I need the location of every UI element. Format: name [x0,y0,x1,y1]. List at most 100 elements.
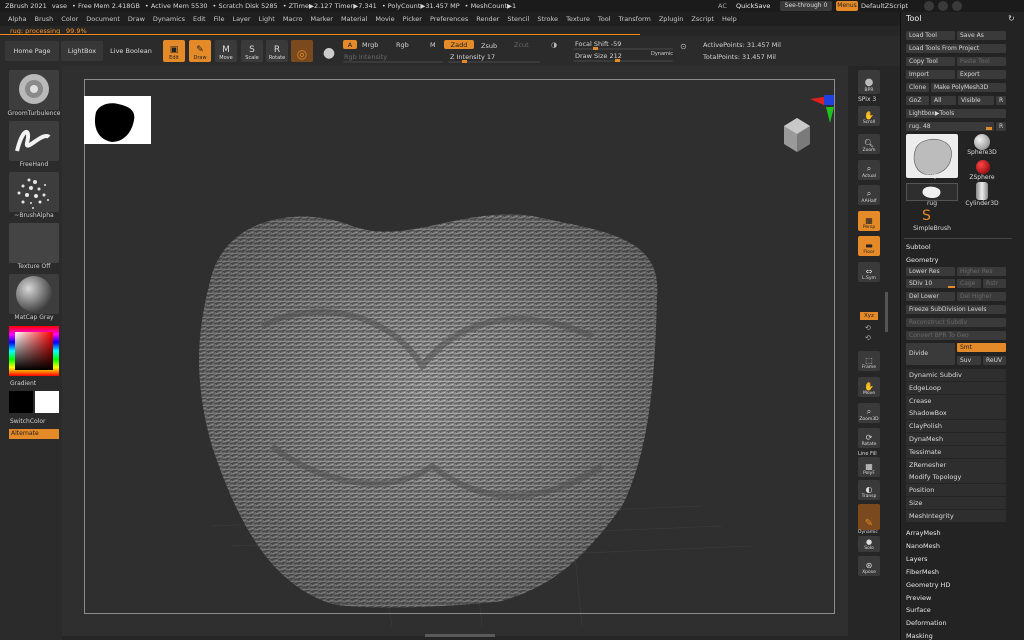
edit-button[interactable]: ▣ Edit [163,40,185,62]
geometry-item-tessimate[interactable]: Tessimate [906,445,1006,458]
close-icon[interactable] [952,1,962,11]
import-button[interactable]: Import [906,70,955,79]
menu-movie[interactable]: Movie [375,15,394,23]
alternate-button[interactable]: Alternate [9,429,59,439]
copy-tool-button[interactable]: Copy Tool [906,57,955,66]
geometry-item-dynamic-subdiv[interactable]: Dynamic Subdiv [906,369,1006,381]
menu-draw[interactable]: Draw [128,15,145,23]
brush-thumbnail[interactable] [9,70,59,110]
lsym-button[interactable]: ⇔ L.Sym [858,262,880,282]
geometry-item-dynamesh[interactable]: DynaMesh [906,433,1006,445]
geometry-item-modify-topology[interactable]: Modify Topology [906,471,1006,484]
move-view-button[interactable]: ✋ Move [858,377,880,397]
reuv-button[interactable]: ReUV [983,356,1006,365]
focal-shift-slider[interactable] [573,47,673,50]
section-arraymesh[interactable]: ArrayMesh [906,529,941,537]
mrgb-toggle[interactable]: Mrgb [362,41,378,49]
home-page-button[interactable]: Home Page [5,41,59,61]
rotate-axis-icon-2[interactable]: ⟲ [865,334,871,342]
maximize-icon[interactable] [938,1,948,11]
section-layers[interactable]: Layers [906,555,928,563]
menu-marker[interactable]: Marker [310,15,332,23]
z-intensity-slider[interactable] [448,60,540,63]
main-color-swatch[interactable] [9,391,33,413]
tool-thumb-rug-small[interactable] [906,183,958,201]
menu-zplugin[interactable]: Zplugin [659,15,684,23]
lightbox-button[interactable]: LightBox [61,41,103,61]
refresh-icon[interactable]: ↻ [1008,14,1015,23]
menu-tool[interactable]: Tool [598,15,611,23]
geometry-item-size[interactable]: Size [906,497,1006,509]
secondary-color-swatch[interactable] [35,391,59,413]
move-button[interactable]: M Move [215,40,237,62]
polyf-button[interactable]: ▦ PolyF [858,457,880,477]
alpha-thumbnail[interactable] [9,172,59,212]
scale-button[interactable]: S Scale [241,40,263,62]
cage-button[interactable]: Cage [957,279,981,288]
del-higher-button[interactable]: Del Higher [957,292,1006,301]
smt-toggle[interactable]: Smt [957,343,1006,352]
make-polymesh3d-button[interactable]: Make PolyMesh3D [931,83,1006,92]
right-shelf-scroll[interactable] [885,292,888,332]
subtool-header[interactable]: Subtool [906,243,931,251]
menu-layer[interactable]: Layer [232,15,250,23]
geometry-item-shadowbox[interactable]: ShadowBox [906,407,1006,420]
menus-toggle[interactable]: Menus [836,1,858,11]
section-surface[interactable]: Surface [906,606,931,614]
menu-edit[interactable]: Edit [193,15,206,23]
menu-texture[interactable]: Texture [566,15,590,23]
cylinder3d-icon[interactable] [976,182,988,200]
actual-button[interactable]: ⌕ Actual [858,160,880,180]
simplebrush-icon[interactable]: S [922,208,931,224]
geometry-item-crease[interactable]: Crease [906,394,1006,407]
draw-size-slider[interactable] [573,59,673,62]
menu-document[interactable]: Document [86,15,120,23]
clone-button[interactable]: Clone [906,83,929,92]
lower-res-button[interactable]: Lower Res [906,267,955,276]
persp-button[interactable]: ▦ Persp [858,211,880,231]
view-cube[interactable] [778,116,816,154]
higher-res-button[interactable]: Higher Res [957,267,1006,276]
menu-stroke[interactable]: Stroke [537,15,558,23]
a-toggle[interactable]: A [343,40,357,49]
menu-stencil[interactable]: Stencil [507,15,529,23]
section-deformation[interactable]: Deformation [906,619,947,627]
export-button[interactable]: Export [957,70,1006,79]
goz-button[interactable]: GoZ [906,96,929,105]
menu-alpha[interactable]: Alpha [8,15,26,23]
menu-render[interactable]: Render [476,15,499,23]
rgb-intensity-slider[interactable] [343,61,443,63]
section-geometry-hd[interactable]: Geometry HD [906,581,950,589]
r-button-2[interactable]: R [996,122,1006,131]
quicksave-button[interactable]: QuickSave [736,2,770,10]
menu-macro[interactable]: Macro [283,15,303,23]
menu-light[interactable]: Light [259,15,275,23]
menu-material[interactable]: Material [341,15,367,23]
current-tool-slider[interactable]: rug. 48 [906,122,994,131]
rotate-axis-icon[interactable]: ⟲ [865,324,871,332]
section-nanomesh[interactable]: NanoMesh [906,542,940,550]
section-masking[interactable]: Masking [906,632,933,640]
section-preview[interactable]: Preview [906,594,931,602]
rotate-button[interactable]: R Rotate [266,40,288,62]
bpr-button[interactable]: ● BPR [858,70,880,94]
zoom-button[interactable]: 🔍︎ Zoom [858,134,880,154]
menu-picker[interactable]: Picker [403,15,422,23]
menu-help[interactable]: Help [722,15,737,23]
gyro-button[interactable]: ◎ [291,40,313,62]
load-tools-from-project-button[interactable]: Load Tools From Project [906,44,1006,53]
scroll-button[interactable]: ✋ Scroll [858,106,880,126]
see-through-slider[interactable]: See-through 0 [780,1,832,11]
zcut-toggle[interactable]: Zcut [514,41,529,49]
divide-button[interactable]: Divide [906,343,955,365]
lightbox-tools-button[interactable]: Lightbox▶Tools [906,109,1006,118]
r-button[interactable]: R [996,96,1006,105]
xyz-toggle[interactable]: Xyz [860,312,878,320]
geometry-header[interactable]: Geometry [906,256,938,264]
xpose-button[interactable]: ⊛ Xpose [858,556,880,576]
menu-file[interactable]: File [214,15,225,23]
draw-button[interactable]: ✎ Draw [189,40,211,62]
section-fibermesh[interactable]: FiberMesh [906,568,939,576]
frame-button[interactable]: ⬚ Frame [858,351,880,371]
geometry-item-edgeloop[interactable]: EdgeLoop [906,381,1006,394]
